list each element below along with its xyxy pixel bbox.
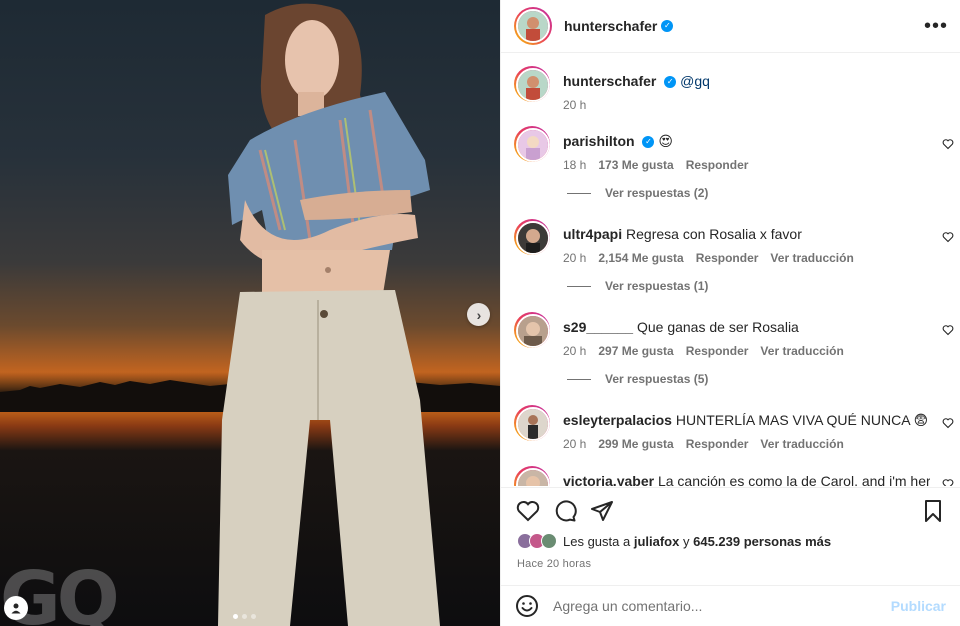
commenter-avatar[interactable] xyxy=(514,126,550,162)
publish-button[interactable]: Publicar xyxy=(891,598,946,614)
author-username[interactable]: hunterschafer xyxy=(564,18,657,34)
translate-button[interactable]: Ver traducción xyxy=(760,344,843,358)
comment-username[interactable]: esleyterpalacios xyxy=(563,412,672,428)
likes-summary[interactable]: Les gusta a juliafox y 645.239 personas … xyxy=(517,533,831,549)
person-icon xyxy=(11,603,21,614)
comment-username[interactable]: parishilton xyxy=(563,133,635,149)
likes-middle: y xyxy=(682,533,690,549)
post-photo[interactable]: GQ › xyxy=(0,0,500,626)
comments-list[interactable]: hunterschafer ✓ @gq 20 h parishilton ✓ 😍… xyxy=(501,54,960,486)
reply-button[interactable]: Responder xyxy=(696,251,759,265)
carousel-dot xyxy=(242,614,247,619)
commenter-avatar[interactable] xyxy=(514,466,550,486)
commenter-avatar[interactable] xyxy=(514,312,550,348)
liker-username[interactable]: juliafox xyxy=(634,534,680,549)
carousel-dot xyxy=(233,614,238,619)
likes-count[interactable]: 645.239 personas más xyxy=(693,534,831,549)
comment-text: Regresa con Rosalia x favor xyxy=(626,226,802,242)
comment-likes[interactable]: 299 Me gusta xyxy=(598,437,673,451)
like-comment-heart-icon[interactable] xyxy=(942,478,954,486)
translate-button[interactable]: Ver traducción xyxy=(760,437,843,451)
emoji-icon[interactable] xyxy=(515,594,539,618)
comment-text: HUNTERLÍA MAS VIVA QUÉ NUNCA 😨 ❤️ xyxy=(675,412,930,428)
author-avatar[interactable] xyxy=(514,66,550,102)
person-figure xyxy=(218,3,440,626)
share-paper-plane-icon[interactable] xyxy=(590,499,614,523)
verified-badge-icon: ✓ xyxy=(642,136,655,149)
like-comment-heart-icon[interactable] xyxy=(942,417,954,429)
view-replies-button[interactable]: Ver respuestas (1) xyxy=(567,279,708,293)
view-replies-button[interactable]: Ver respuestas (2) xyxy=(567,186,708,200)
translate-button[interactable]: Ver traducción xyxy=(770,251,853,265)
verified-badge-icon: ✓ xyxy=(664,76,677,89)
post-header: hunterschafer ✓ ••• xyxy=(501,0,960,53)
author-avatar[interactable] xyxy=(514,7,552,45)
comment-likes[interactable]: 2,154 Me gusta xyxy=(598,251,683,265)
post-actions xyxy=(501,487,960,531)
post-timestamp[interactable]: Hace 20 horas xyxy=(517,558,591,570)
likes-text: Les gusta a juliafox y 645.239 personas … xyxy=(563,534,831,549)
tagged-users-button[interactable] xyxy=(4,596,28,620)
add-comment-bar: Publicar xyxy=(501,585,960,626)
comment-time[interactable]: 20 h xyxy=(563,251,586,265)
likes-prefix: Les gusta a xyxy=(563,533,631,549)
comment-text: 😍 xyxy=(658,133,673,149)
comment-username[interactable]: ultr4papi xyxy=(563,226,622,242)
comment-likes[interactable]: 297 Me gusta xyxy=(598,344,673,358)
comment-bubble-icon[interactable] xyxy=(553,499,577,523)
liker-avatar xyxy=(541,533,557,549)
comment-text: La canción es como la de Carol, and i'm … xyxy=(657,473,930,486)
carousel-next-button[interactable]: › xyxy=(467,303,490,326)
carousel-dot xyxy=(251,614,256,619)
commenter-avatar[interactable] xyxy=(514,405,550,441)
post-sidebar: hunterschafer ✓ ••• hunterschafer ✓ @gq … xyxy=(500,0,960,626)
comment-text: Que ganas de ser Rosalia xyxy=(636,319,799,335)
reply-button[interactable]: Responder xyxy=(686,344,749,358)
caption-time: 20 h xyxy=(563,98,587,112)
caption-username[interactable]: hunterschafer xyxy=(563,73,656,89)
commenter-avatar[interactable] xyxy=(514,219,550,255)
comment-username[interactable]: s29______ xyxy=(563,319,633,335)
save-bookmark-icon[interactable] xyxy=(921,499,945,523)
comment-username[interactable]: victoria.yaber xyxy=(563,473,654,486)
chevron-right-icon: › xyxy=(476,306,482,323)
like-heart-icon[interactable] xyxy=(516,499,540,523)
comment-time[interactable]: 18 h xyxy=(563,158,586,172)
reply-button[interactable]: Responder xyxy=(686,437,749,451)
caption-mention[interactable]: @gq xyxy=(680,73,710,89)
verified-badge-icon: ✓ xyxy=(661,20,674,32)
view-replies-button[interactable]: Ver respuestas (5) xyxy=(567,372,708,386)
comment-likes[interactable]: 173 Me gusta xyxy=(598,158,673,172)
carousel-dots xyxy=(233,614,256,619)
reply-button[interactable]: Responder xyxy=(686,158,749,172)
like-comment-heart-icon[interactable] xyxy=(942,138,954,150)
comment-time[interactable]: 20 h xyxy=(563,437,586,451)
more-options-icon[interactable]: ••• xyxy=(924,16,948,36)
comment-input[interactable] xyxy=(553,598,891,614)
comment-time[interactable]: 20 h xyxy=(563,344,586,358)
like-comment-heart-icon[interactable] xyxy=(942,324,954,336)
like-comment-heart-icon[interactable] xyxy=(942,231,954,243)
